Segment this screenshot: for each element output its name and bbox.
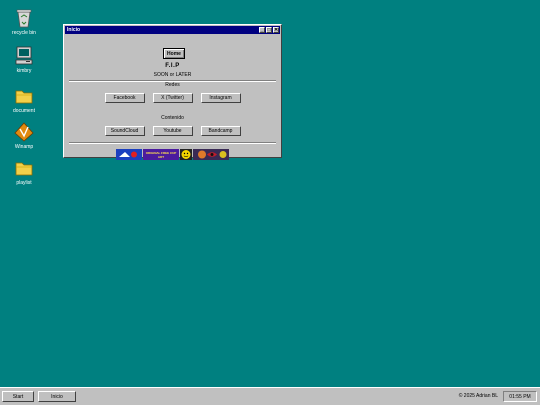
- desktop-icon-winamp[interactable]: Winamp: [0, 122, 48, 150]
- close-button[interactable]: ✕: [273, 27, 279, 33]
- desktop-icon-document[interactable]: document: [0, 86, 48, 114]
- window-body: Home F.I.P SOON or LATER Redes Facebook …: [64, 35, 281, 160]
- desktop-icon-label: Winamp: [14, 144, 34, 150]
- tagline: SOON or LATER: [153, 72, 192, 78]
- facebook-button[interactable]: Facebook: [104, 93, 145, 103]
- badge-row: ORIGINAL FREE CUP ART: [64, 149, 281, 160]
- smiley-badge[interactable]: [180, 149, 192, 160]
- redes-heading: Redes: [165, 82, 180, 88]
- folder-icon: [15, 90, 33, 104]
- youtube-button[interactable]: Youtube: [152, 126, 193, 136]
- minimize-button[interactable]: _: [259, 27, 265, 33]
- flag-badge[interactable]: [116, 149, 142, 160]
- redes-links: Facebook X (Twitter) Instagram: [64, 93, 281, 103]
- art-badge[interactable]: ORIGINAL FREE CUP ART: [143, 149, 179, 160]
- clock: 01:55 PM: [503, 391, 537, 402]
- smiley-icon: [181, 150, 191, 159]
- desktop-icon-kimbry[interactable]: kimbry: [0, 46, 48, 74]
- desktop-icon-label: recycle bin: [12, 30, 36, 36]
- desktop-icon-recycle-bin[interactable]: recycle bin: [0, 8, 48, 36]
- start-button[interactable]: Start: [2, 391, 34, 402]
- copyright-text: © 2025 Adrian BL: [458, 393, 498, 399]
- home-button[interactable]: Home: [163, 48, 185, 59]
- window-titlebar[interactable]: Inicio _ □ ✕: [65, 26, 280, 34]
- twitter-button[interactable]: X (Twitter): [152, 93, 193, 103]
- taskbar-item-inicio[interactable]: Inicio: [38, 391, 76, 402]
- flag-badge-art: [116, 149, 142, 160]
- divider: [69, 142, 276, 144]
- computer-icon: [15, 46, 33, 65]
- desktop-icon-playlist[interactable]: playlist: [0, 158, 48, 186]
- maximize-button[interactable]: □: [266, 27, 272, 33]
- window-title: Inicio: [67, 27, 81, 33]
- inicio-window: Inicio _ □ ✕ Home F.I.P SOON or LATER Re…: [63, 24, 282, 160]
- soundcloud-button[interactable]: SoundCloud: [104, 126, 145, 136]
- eye-badge[interactable]: [193, 149, 229, 160]
- recycle-bin-icon: [16, 9, 32, 28]
- desktop-icon-label: playlist: [16, 180, 32, 186]
- contenido-heading: Contenido: [161, 115, 184, 121]
- window-controls: _ □ ✕: [259, 27, 279, 33]
- desktop-icon-label: kimbry: [16, 68, 32, 74]
- desktop-icon-label: document: [13, 108, 35, 114]
- taskbar: Start Inicio © 2025 Adrian BL 01:55 PM: [0, 387, 540, 405]
- winamp-icon: [14, 122, 34, 142]
- bandcamp-button[interactable]: Bandcamp: [200, 126, 241, 136]
- eye-badge-art: [193, 149, 229, 160]
- site-logo: F.I.P: [165, 63, 180, 69]
- folder-icon: [15, 162, 33, 176]
- contenido-links: SoundCloud Youtube Bandcamp: [64, 126, 281, 136]
- instagram-button[interactable]: Instagram: [200, 93, 241, 103]
